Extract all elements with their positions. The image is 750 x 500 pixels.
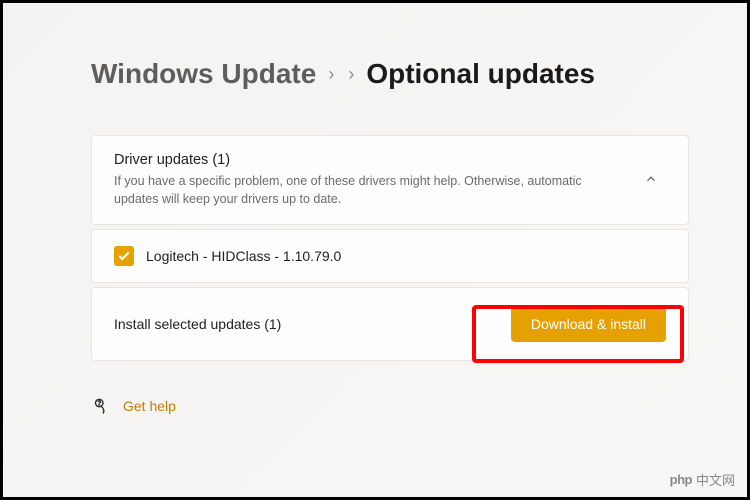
panel-header-text: Driver updates (1) If you have a specifi… (114, 152, 644, 208)
watermark: php 中文网 (670, 470, 735, 489)
driver-updates-description: If you have a specific problem, one of t… (114, 172, 614, 208)
driver-item-label: Logitech - HIDClass - 1.10.79.0 (146, 248, 341, 264)
watermark-text: 中文网 (696, 470, 735, 489)
driver-updates-header[interactable]: Driver updates (1) If you have a specifi… (92, 136, 688, 224)
breadcrumb: Windows Update › › Optional updates (91, 58, 689, 90)
driver-updates-panel: Driver updates (1) If you have a specifi… (91, 135, 689, 225)
breadcrumb-parent[interactable]: Windows Update (91, 58, 316, 90)
chevron-right-icon: › (346, 64, 356, 85)
get-help-label: Get help (123, 398, 176, 414)
install-row: Install selected updates (1) Download & … (91, 287, 689, 361)
watermark-logo: php (670, 472, 692, 487)
download-install-button[interactable]: Download & install (511, 306, 666, 342)
driver-updates-title: Driver updates (1) (114, 152, 644, 168)
settings-content: Windows Update › › Optional updates Driv… (3, 3, 747, 415)
chevron-right-icon: › (326, 64, 336, 85)
driver-item-row: Logitech - HIDClass - 1.10.79.0 (91, 229, 689, 283)
breadcrumb-current: Optional updates (366, 58, 595, 90)
driver-checkbox[interactable] (114, 246, 134, 266)
get-help-link[interactable]: Get help (91, 397, 689, 415)
install-selected-label: Install selected updates (1) (114, 316, 281, 332)
chevron-up-icon (644, 172, 668, 189)
help-icon (91, 397, 109, 415)
